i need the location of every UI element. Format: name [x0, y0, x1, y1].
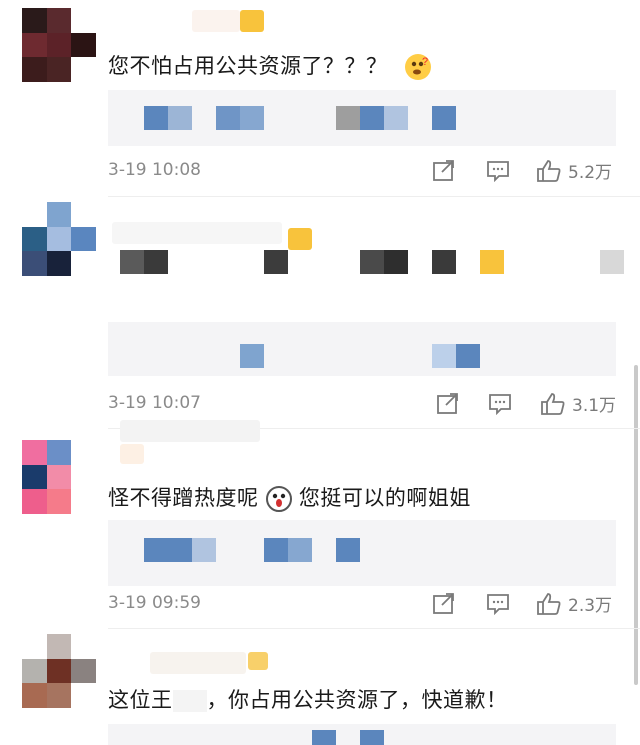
badge-redacted — [120, 444, 144, 464]
reply-preview[interactable] — [108, 724, 616, 745]
comment-icon — [487, 161, 509, 182]
share-icon — [437, 393, 458, 414]
like-button[interactable]: 2.3万 — [536, 591, 612, 616]
reply-button[interactable] — [486, 593, 510, 615]
screaming-face-emoji — [265, 486, 292, 512]
share-button[interactable] — [436, 393, 460, 415]
badge-redacted — [240, 10, 264, 32]
comment-icon — [489, 394, 511, 415]
like-count: 2.3万 — [568, 596, 613, 616]
comment-text: 您不怕占用公共资源了？？？ ? — [108, 50, 431, 80]
like-button[interactable]: 5.2万 — [536, 158, 612, 183]
timestamp: 3-19 10:08 — [108, 160, 201, 180]
avatar[interactable] — [22, 634, 96, 708]
divider — [108, 628, 640, 629]
username-redacted[interactable] — [112, 222, 282, 244]
thumbs-up-icon — [537, 159, 561, 182]
avatar[interactable] — [22, 8, 96, 82]
reply-preview[interactable] — [108, 90, 616, 146]
share-icon — [433, 593, 454, 614]
share-button[interactable] — [432, 160, 456, 182]
like-count: 5.2万 — [568, 163, 613, 183]
reply-button[interactable] — [486, 160, 510, 182]
thumbs-up-icon — [541, 392, 565, 415]
svg-text:?: ? — [422, 56, 429, 68]
avatar[interactable] — [22, 440, 96, 514]
divider — [108, 196, 640, 197]
thumbs-up-icon — [537, 592, 561, 615]
reply-button[interactable] — [488, 393, 512, 415]
badge-redacted — [288, 228, 312, 250]
thinking-face-emoji: ? — [404, 54, 431, 80]
comment-icon — [487, 594, 509, 615]
username-redacted[interactable] — [120, 420, 260, 442]
share-icon — [433, 160, 454, 181]
avatar[interactable] — [22, 202, 96, 276]
comment-text-redacted — [108, 250, 628, 276]
reply-preview[interactable] — [108, 520, 616, 586]
scrollbar[interactable] — [634, 365, 638, 685]
badge-redacted — [248, 652, 268, 670]
username-redacted[interactable] — [192, 10, 240, 32]
comment-text: 怪不得蹭热度呢 您挺可以的啊姐姐 — [108, 486, 471, 512]
share-button[interactable] — [432, 593, 456, 615]
like-button[interactable]: 3.1万 — [540, 391, 616, 416]
username-redacted[interactable] — [150, 652, 246, 674]
timestamp: 3-19 10:07 — [108, 393, 201, 413]
reply-preview[interactable] — [108, 322, 616, 376]
comment-text: 这位王 ，你占用公共资源了，快道歉！ — [108, 688, 508, 712]
like-count: 3.1万 — [572, 396, 617, 416]
timestamp: 3-19 09:59 — [108, 593, 201, 613]
